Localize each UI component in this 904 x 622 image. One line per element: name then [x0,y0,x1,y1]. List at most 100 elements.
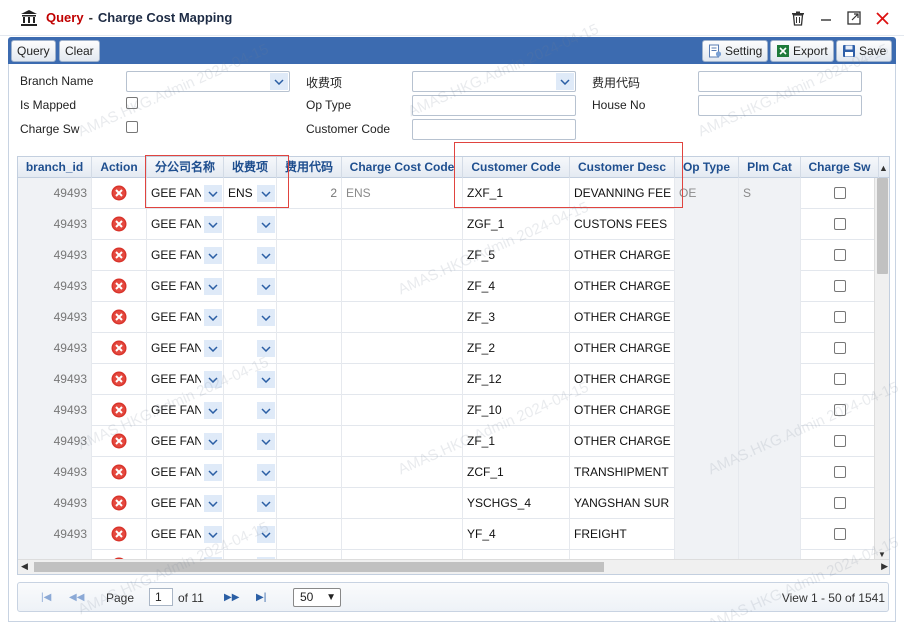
vertical-scrollbar[interactable]: ▼ [874,178,889,561]
charge-item-cell-select[interactable] [224,369,276,390]
branch-name-cell-select[interactable]: GEE FAN [147,338,223,359]
table-row[interactable]: 49493 GEE FAN ZF_12 OTHER CHARGE [18,364,875,395]
remove-circle-icon[interactable] [111,309,127,325]
table-row[interactable]: 49493 GEE FAN YSCHGS_4 YANGSHAN SUR [18,488,875,519]
page-size-select[interactable]: 50 ▼ [293,588,341,607]
branch-name-cell-select[interactable]: GEE FAN [147,524,223,545]
export-button[interactable]: Export [770,40,834,62]
table-row[interactable]: 49493 GEE FAN ZCF_1 TRANSHIPMENT [18,457,875,488]
charge-item-select[interactable] [412,71,576,92]
charge-sw-row-checkbox[interactable] [834,249,846,261]
charge-item-cell-select[interactable] [224,493,276,514]
table-row[interactable]: 49493 GEE FAN ZGF_1 CUSTONS FEES [18,209,875,240]
remove-circle-icon[interactable] [111,495,127,511]
clear-button[interactable]: Clear [59,40,100,62]
charge-sw-row-checkbox[interactable] [834,435,846,447]
first-page-icon[interactable]: |◀ [41,592,51,603]
charge-sw-row-checkbox[interactable] [834,373,846,385]
charge-sw-row-checkbox[interactable] [834,404,846,416]
branch-name-select[interactable] [126,71,290,92]
charge-sw-row-checkbox[interactable] [834,342,846,354]
is-mapped-checkbox[interactable] [126,97,138,109]
next-page-icon[interactable]: ▶▶ [224,592,239,603]
remove-circle-icon[interactable] [111,464,127,480]
charge-item-cell-select[interactable] [224,431,276,452]
close-icon[interactable] [874,10,890,26]
column-header-plm-cat[interactable]: Plm Cat [739,157,801,178]
branch-name-cell-select[interactable]: GEE FAN [147,431,223,452]
table-row[interactable]: 49493 GEE FAN ZF_10 OTHER CHARGE [18,395,875,426]
charge-item-cell-select[interactable] [224,524,276,545]
horizontal-scroll-thumb[interactable] [34,562,604,572]
remove-circle-icon[interactable] [111,278,127,294]
table-row[interactable]: 49493 GEE FAN ZF_2 OTHER CHARGE [18,333,875,364]
table-row[interactable]: 49493 GEE FAN ZF_1 OTHER CHARGE [18,426,875,457]
remove-circle-icon[interactable] [111,433,127,449]
trash-icon[interactable] [790,10,806,26]
remove-circle-icon[interactable] [111,371,127,387]
remove-circle-icon[interactable] [111,402,127,418]
remove-circle-icon[interactable] [111,247,127,263]
column-header-op-type[interactable]: Op Type [675,157,739,178]
remove-circle-icon[interactable] [111,340,127,356]
setting-button[interactable]: Setting [702,40,769,62]
vertical-scroll-thumb[interactable] [877,178,888,274]
branch-name-cell-select[interactable]: GEE FAN [147,276,223,297]
column-header-charge-sw[interactable]: Charge Sw [801,157,879,178]
charge-item-cell-select[interactable] [224,276,276,297]
charge-item-cell-select[interactable] [224,307,276,328]
fee-code-input[interactable] [698,71,862,92]
last-page-icon[interactable]: ▶| [256,592,266,603]
table-row[interactable]: 49493 GEE FAN ZF_5 OTHER CHARGE [18,240,875,271]
column-header-branch-id[interactable]: branch_id [18,157,92,178]
charge-sw-row-checkbox[interactable] [834,280,846,292]
minimize-icon[interactable] [818,10,834,26]
charge-sw-row-checkbox[interactable] [834,311,846,323]
charge-item-cell-select[interactable] [224,400,276,421]
page-input[interactable]: 1 [149,588,173,606]
charge-item-cell-select[interactable] [224,462,276,483]
house-no-input[interactable] [698,95,862,116]
remove-circle-icon[interactable] [111,185,127,201]
charge-item-cell-select[interactable] [224,245,276,266]
charge-sw-row-checkbox[interactable] [834,187,846,199]
charge-item-cell-select[interactable] [224,338,276,359]
table-row[interactable]: 49493 GEE FAN ZF_4 OTHER CHARGE [18,271,875,302]
maximize-icon[interactable] [846,10,862,26]
chevron-down-icon [204,526,222,543]
branch-name-value: GEE FAN [151,434,201,448]
op-type-input[interactable] [412,95,576,116]
query-button[interactable]: Query [11,40,56,62]
charge-sw-checkbox[interactable] [126,121,138,133]
cell-action [92,488,147,519]
branch-name-cell-select[interactable]: GEE FAN [147,214,223,235]
column-header-charge-cost-code[interactable]: Charge Cost Code [342,157,463,178]
charge-sw-row-checkbox[interactable] [834,528,846,540]
branch-name-cell-select[interactable]: GEE FAN [147,369,223,390]
table-row[interactable]: 49493 GEE FAN YF_4 FREIGHT [18,519,875,550]
remove-circle-icon[interactable] [111,526,127,542]
scroll-left-icon[interactable]: ◀ [21,561,28,572]
scroll-up-icon[interactable]: ▲ [879,163,888,173]
remove-circle-icon[interactable] [111,216,127,232]
branch-name-cell-select[interactable]: GEE FAN [147,462,223,483]
charge-sw-row-checkbox[interactable] [834,218,846,230]
branch-name-cell-select[interactable]: GEE FAN [147,245,223,266]
excel-icon [777,45,789,57]
prev-page-icon[interactable]: ◀◀ [69,592,84,603]
branch-name-cell-select[interactable]: GEE FAN [147,400,223,421]
save-button[interactable]: Save [836,40,893,62]
scroll-down-icon[interactable]: ▼ [878,550,886,559]
branch-name-cell-select[interactable]: GEE FAN [147,493,223,514]
charge-sw-row-checkbox[interactable] [834,497,846,509]
cell-op-type [675,209,739,240]
branch-name-cell-select[interactable]: GEE FAN [147,307,223,328]
charge-item-cell-select[interactable] [224,214,276,235]
horizontal-scrollbar[interactable]: ◀ ▶ [18,559,889,574]
customer-code-input[interactable] [412,119,576,140]
table-row[interactable]: 49493 GEE FAN ZF_3 OTHER CHARGE [18,302,875,333]
column-header-action[interactable]: Action [92,157,147,178]
scroll-right-icon[interactable]: ▶ [881,561,888,572]
cell-customer-desc: OTHER CHARGE [570,395,675,426]
charge-sw-row-checkbox[interactable] [834,466,846,478]
